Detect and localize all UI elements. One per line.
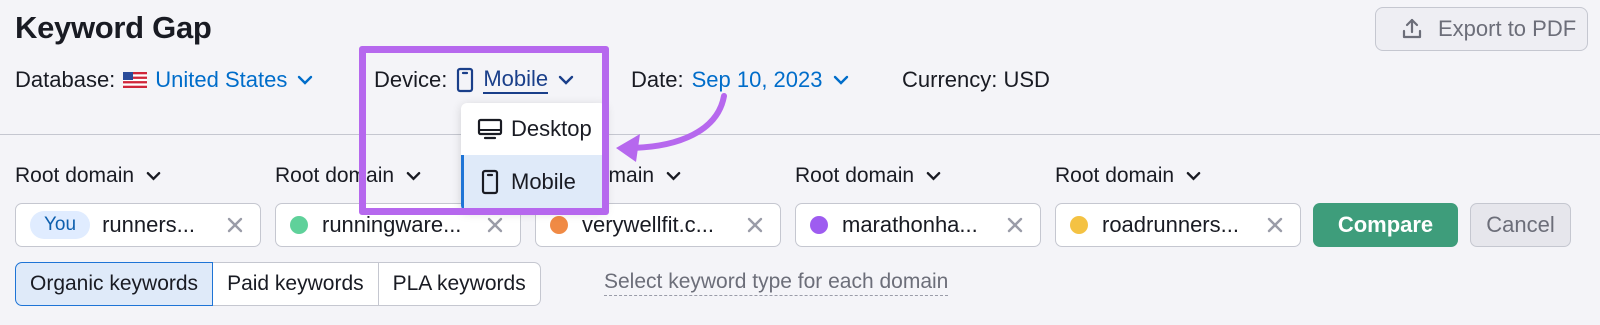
mobile-icon <box>481 169 499 195</box>
export-pdf-button[interactable]: Export to PDF <box>1375 7 1588 51</box>
root-domain-label: Root domain <box>795 164 915 187</box>
export-label: Export to PDF <box>1438 16 1577 41</box>
divider <box>0 134 1600 135</box>
domain-color-dot <box>290 216 308 234</box>
you-badge: You <box>30 211 91 239</box>
domain-value: verywellfit.c... <box>582 212 715 237</box>
close-icon[interactable] <box>484 214 506 236</box>
compare-button[interactable]: Compare <box>1313 203 1458 247</box>
date-value[interactable]: Sep 10, 2023 <box>692 67 823 93</box>
root-domain-selector-5[interactable]: Root domain <box>1055 162 1201 190</box>
root-domain-selector-4[interactable]: Root domain <box>795 162 941 190</box>
domain-value: runningware... <box>322 212 462 237</box>
cancel-button[interactable]: Cancel <box>1470 203 1571 247</box>
close-icon[interactable] <box>224 214 246 236</box>
domain-value: roadrunners... <box>1102 212 1239 237</box>
root-domain-selector-1[interactable]: Root domain <box>15 162 161 190</box>
desktop-icon <box>477 118 503 140</box>
upload-icon <box>1402 18 1422 39</box>
chevron-down-icon <box>1186 171 1201 181</box>
chevron-down-icon <box>926 171 941 181</box>
database-value[interactable]: United States <box>155 67 287 93</box>
us-flag-icon <box>123 72 148 88</box>
close-icon[interactable] <box>744 214 766 236</box>
device-option-mobile[interactable]: Mobile <box>461 155 606 209</box>
tab-pla-keywords[interactable]: PLA keywords <box>377 262 541 306</box>
domain-value: marathonha... <box>842 212 978 237</box>
currency-label: Currency: USD <box>902 67 1050 92</box>
page-title: Keyword Gap <box>15 10 212 45</box>
root-domain-label: Root domain <box>1055 164 1175 187</box>
root-domain-selector-2[interactable]: Root domain <box>275 162 421 190</box>
currency-info: Currency: USD <box>902 64 1050 96</box>
tab-paid-keywords[interactable]: Paid keywords <box>212 262 379 306</box>
device-option-desktop[interactable]: Desktop <box>461 103 606 155</box>
device-option-label: Desktop <box>511 116 592 141</box>
domain-input-4[interactable]: marathonha... <box>795 203 1041 247</box>
chevron-down-icon <box>146 171 161 181</box>
date-label: Date: <box>631 67 684 92</box>
chevron-down-icon[interactable] <box>558 75 574 85</box>
root-domain-label: Root domain <box>275 164 395 187</box>
database-filter[interactable]: Database: United States <box>15 64 313 96</box>
database-label: Database: <box>15 67 116 92</box>
domain-color-dot <box>1070 216 1088 234</box>
chevron-down-icon <box>406 171 421 181</box>
domain-color-dot <box>810 216 828 234</box>
chevron-down-icon[interactable] <box>297 75 313 85</box>
tab-organic-keywords[interactable]: Organic keywords <box>15 262 214 306</box>
device-filter[interactable]: Device: Mobile <box>374 64 574 96</box>
device-value[interactable]: Mobile <box>483 66 549 94</box>
domain-value: runners... <box>102 212 195 237</box>
root-domain-label: Root domain <box>15 164 135 187</box>
chevron-down-icon <box>666 171 681 181</box>
select-keyword-type-link[interactable]: Select keyword type for each domain <box>604 270 949 296</box>
close-icon[interactable] <box>1264 214 1286 236</box>
domain-color-dot <box>550 216 568 234</box>
device-option-label: Mobile <box>511 169 576 194</box>
chevron-down-icon[interactable] <box>833 75 849 85</box>
domain-input-1[interactable]: You runners... <box>15 203 261 247</box>
annotation-arrow-icon <box>616 93 727 162</box>
device-label: Device: <box>374 67 448 92</box>
keyword-type-tabs: Organic keywords Paid keywords PLA keywo… <box>15 262 541 306</box>
close-icon[interactable] <box>1004 214 1026 236</box>
date-filter[interactable]: Date: Sep 10, 2023 <box>631 64 849 96</box>
device-dropdown-menu: Desktop Mobile <box>461 103 606 211</box>
mobile-icon <box>457 67 474 93</box>
domain-input-5[interactable]: roadrunners... <box>1055 203 1301 247</box>
